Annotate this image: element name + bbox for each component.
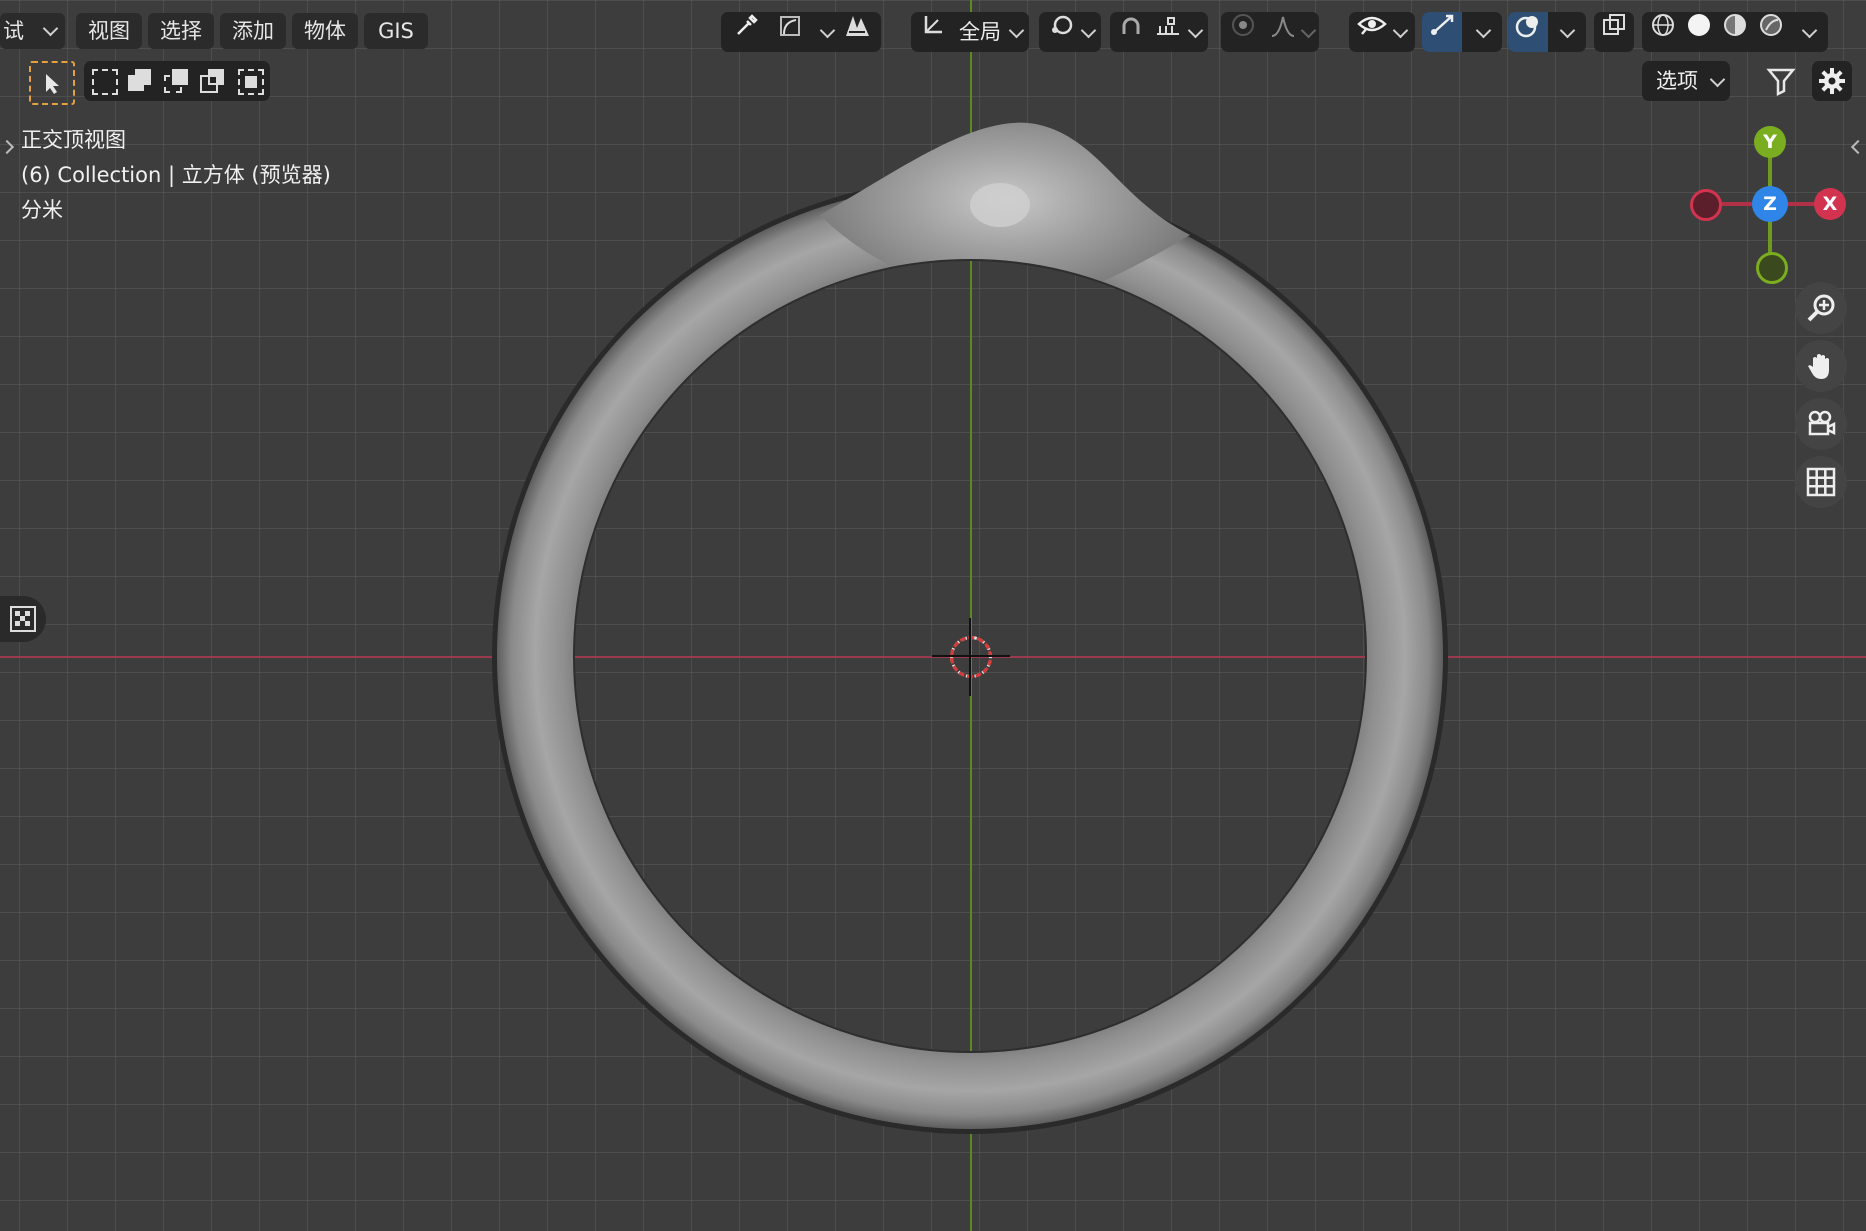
eye-visibility-icon xyxy=(1353,12,1391,52)
zoom-button[interactable] xyxy=(1795,282,1847,334)
box-select-new-icon[interactable] xyxy=(92,69,118,95)
units-label: 分米 xyxy=(21,198,63,222)
gizmo-icon[interactable] xyxy=(1422,12,1462,52)
box-select-subtract-icon[interactable] xyxy=(164,69,188,93)
snapping-group xyxy=(1110,12,1208,52)
pivot-point-dropdown[interactable] xyxy=(1039,12,1101,52)
pivot-point-icon xyxy=(1043,12,1079,52)
chevron-down-icon[interactable] xyxy=(1187,22,1204,39)
menu-gis[interactable]: GIS xyxy=(364,13,428,49)
orientation-label: 全局 xyxy=(959,20,1001,44)
box-select-invert-icon[interactable] xyxy=(200,69,224,93)
camera-view-icon xyxy=(1808,410,1836,436)
chevron-down-icon[interactable] xyxy=(1801,22,1818,39)
chevron-down-icon[interactable] xyxy=(1300,22,1317,39)
zoom-icon xyxy=(1807,294,1835,322)
mode-dropdown[interactable]: 试 xyxy=(0,13,65,49)
sampling-toolgroup xyxy=(721,12,881,52)
gear-icon[interactable] xyxy=(1812,61,1852,101)
ortho-grid-icon xyxy=(1806,467,1836,497)
chevron-down-icon[interactable] xyxy=(819,22,836,39)
snap-magnet-icon[interactable] xyxy=(1112,12,1150,52)
overlays-toggle-group xyxy=(1508,12,1586,52)
gizmo-y-positive[interactable]: Y xyxy=(1754,126,1786,158)
chevron-down-icon[interactable] xyxy=(1559,22,1576,39)
gizmo-toggle-group xyxy=(1422,12,1502,52)
gizmo-x-negative[interactable] xyxy=(1690,189,1722,221)
material-shading-icon[interactable] xyxy=(1716,12,1754,52)
proportional-edit-group xyxy=(1221,12,1319,52)
mode-label: 试 xyxy=(3,19,24,43)
chevron-down-icon xyxy=(1080,22,1097,39)
transform-orientation-dropdown[interactable]: 全局 xyxy=(911,12,1029,52)
options-label: 选项 xyxy=(1656,69,1698,93)
navigation-gizmo[interactable]: Y X Z xyxy=(1690,120,1850,290)
chevron-down-icon xyxy=(42,20,59,37)
rendered-shading-icon[interactable] xyxy=(1752,12,1790,52)
pan-button[interactable] xyxy=(1795,340,1847,392)
xray-icon xyxy=(1596,12,1632,52)
pan-hand-icon xyxy=(1808,354,1829,379)
wireframe-shading-icon[interactable] xyxy=(1644,12,1682,52)
gizmo-z-positive[interactable]: Z xyxy=(1752,186,1788,222)
snap-increment-icon[interactable] xyxy=(1150,12,1186,52)
object-visibility-dropdown[interactable] xyxy=(1349,12,1415,52)
xray-toggle[interactable] xyxy=(1594,12,1634,52)
shading-mode-group xyxy=(1642,12,1828,52)
3d-cursor[interactable] xyxy=(932,618,1010,696)
filter-icon[interactable] xyxy=(1764,64,1798,98)
view-name: 正交顶视图 xyxy=(21,128,126,152)
falloff-curve-icon[interactable] xyxy=(1265,12,1301,52)
menu-add[interactable]: 添加 xyxy=(220,13,286,49)
checker-icon xyxy=(10,606,36,632)
falloff-shape-icon[interactable] xyxy=(773,12,807,52)
asset-shelf-tab[interactable] xyxy=(0,596,46,642)
chevron-down-icon[interactable] xyxy=(1475,22,1492,39)
proportional-edit-icon[interactable] xyxy=(1225,12,1261,52)
selection-mode-group xyxy=(84,61,270,101)
camera-view-button[interactable] xyxy=(1795,398,1847,450)
gizmo-x-positive[interactable]: X xyxy=(1814,188,1846,220)
ortho-toggle-button[interactable] xyxy=(1795,456,1847,508)
solid-shading-icon[interactable] xyxy=(1680,12,1718,52)
viewport-header: 试 视图 选择 添加 物体 GIS 全局 xyxy=(0,0,1866,62)
select-tool-button[interactable] xyxy=(29,61,75,105)
select-cursor-icon xyxy=(46,74,59,94)
chevron-down-icon xyxy=(1709,71,1726,88)
overlays-icon[interactable] xyxy=(1508,12,1548,52)
box-select-extend-icon[interactable] xyxy=(128,69,152,93)
menu-view[interactable]: 视图 xyxy=(76,13,142,49)
collection-info: (6) Collection | 立方体 (预览器) xyxy=(21,163,331,187)
options-dropdown[interactable]: 选项 xyxy=(1642,61,1730,101)
snapping-toggle-icon[interactable] xyxy=(839,12,877,54)
chevron-down-icon xyxy=(1392,22,1409,39)
menu-object[interactable]: 物体 xyxy=(292,13,358,49)
menu-select[interactable]: 选择 xyxy=(148,13,214,49)
gizmo-y-negative[interactable] xyxy=(1756,252,1788,284)
chevron-down-icon xyxy=(1008,22,1025,39)
orientation-axes-icon xyxy=(915,12,951,52)
box-select-intersect-icon[interactable] xyxy=(238,69,264,95)
eyedropper-icon[interactable] xyxy=(727,12,767,52)
